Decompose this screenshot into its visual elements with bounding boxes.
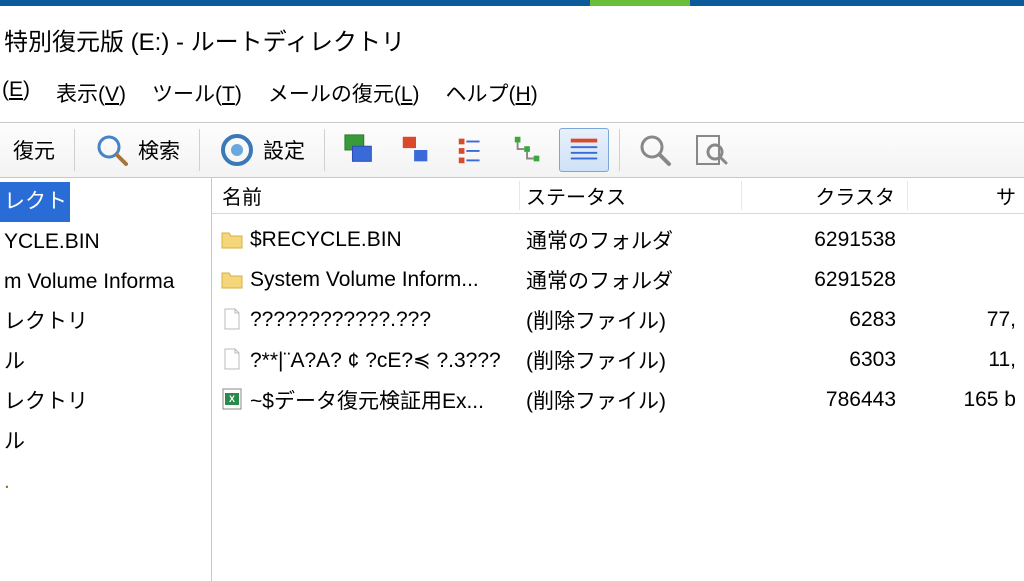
search-icon xyxy=(94,132,130,168)
magnifier-icon xyxy=(637,132,673,168)
search-label: 検索 xyxy=(138,135,180,165)
settings-label: 設定 xyxy=(263,135,305,165)
titlebar-strip xyxy=(0,0,1024,16)
details-icon xyxy=(566,132,602,168)
tree-item[interactable]: レクトリ xyxy=(0,382,211,422)
list-item[interactable]: System Volume Inform... 通常のフォルダ6291528 xyxy=(212,260,1024,300)
menu-edit[interactable]: (E) xyxy=(2,78,30,108)
file-icon xyxy=(220,267,242,293)
file-icon xyxy=(220,347,242,373)
separator xyxy=(324,129,325,171)
title-text: 特別復元版 (E:) - ルートディレクトリ xyxy=(4,29,405,56)
file-status: (削除ファイル) xyxy=(520,385,742,415)
column-cluster[interactable]: クラスタ xyxy=(742,181,908,210)
file-size: 165 b xyxy=(908,388,1024,412)
file-cluster: 6303 xyxy=(742,348,908,372)
view-details-button[interactable] xyxy=(559,128,609,172)
list-header: 名前 ステータス クラスタ サ xyxy=(212,178,1024,214)
tree-item[interactable]: レクトリ xyxy=(0,302,211,342)
find-detail-button[interactable] xyxy=(686,128,736,172)
file-status: (削除ファイル) xyxy=(520,345,742,375)
file-icon: X xyxy=(220,387,242,413)
file-cluster: 786443 xyxy=(742,388,908,412)
restore-button[interactable]: 復元 xyxy=(4,128,64,172)
file-status: 通常のフォルダ xyxy=(520,225,742,255)
file-cluster: 6291528 xyxy=(742,268,908,292)
file-name: System Volume Inform... xyxy=(250,268,479,292)
file-status: (削除ファイル) xyxy=(520,305,742,335)
tree-pane[interactable]: レクトリ YCLE.BIN m Volume Informa レクトリ ル レク… xyxy=(0,178,212,581)
svg-text:X: X xyxy=(229,394,235,404)
list-pane: 名前 ステータス クラスタ サ $RECYCLE.BIN 通常のフォルダ62915… xyxy=(212,178,1024,581)
list-item[interactable]: ????????????.??? (削除ファイル)628377, xyxy=(212,300,1024,340)
tree-icon xyxy=(510,132,546,168)
column-name[interactable]: 名前 xyxy=(212,181,520,210)
tree-item[interactable]: YCLE.BIN xyxy=(0,222,211,262)
file-size: 77, xyxy=(908,308,1024,332)
menu-mail-restore[interactable]: メールの復元(L) xyxy=(268,78,420,108)
preview-button[interactable] xyxy=(630,128,680,172)
gear-icon xyxy=(219,132,255,168)
file-status: 通常のフォルダ xyxy=(520,265,742,295)
tree-item[interactable]: m Volume Informa xyxy=(0,262,211,302)
view-list-button[interactable] xyxy=(447,128,497,172)
menubar: (E) 表示(V) ツール(T) メールの復元(L) ヘルプ(H) xyxy=(0,78,1024,122)
restore-label: 復元 xyxy=(13,135,55,165)
toolbar: 復元 検索 設定 xyxy=(0,122,1024,178)
file-icon xyxy=(220,227,242,253)
column-status[interactable]: ステータス xyxy=(520,181,742,210)
tree-item[interactable]: ル xyxy=(0,422,211,462)
view-small-icons-button[interactable] xyxy=(391,128,441,172)
search-button[interactable]: 検索 xyxy=(85,128,189,172)
list-item[interactable]: ?**|¨A?A? ¢ ?cE?≼ ?.3??? (削除ファイル)630311, xyxy=(212,340,1024,380)
separator xyxy=(199,129,200,171)
separator xyxy=(74,129,75,171)
file-cluster: 6283 xyxy=(742,308,908,332)
list-body: $RECYCLE.BIN 通常のフォルダ6291538 System Volume … xyxy=(212,214,1024,420)
content-area: レクトリ YCLE.BIN m Volume Informa レクトリ ル レク… xyxy=(0,178,1024,581)
column-size[interactable]: サ xyxy=(908,181,1024,210)
menu-tools[interactable]: ツール(T) xyxy=(152,78,242,108)
view-tree-button[interactable] xyxy=(503,128,553,172)
file-name: ?**|¨A?A? ¢ ?cE?≼ ?.3??? xyxy=(250,348,501,373)
tree-item[interactable]: ル xyxy=(0,342,211,382)
file-name: $RECYCLE.BIN xyxy=(250,228,402,252)
list-icon xyxy=(454,132,490,168)
tree-item[interactable]: . xyxy=(0,462,211,502)
file-name: ~$データ復元検証用Ex... xyxy=(250,385,484,415)
menu-view[interactable]: 表示(V) xyxy=(56,78,126,108)
list-item[interactable]: X ~$データ復元検証用Ex... (削除ファイル)786443165 b xyxy=(212,380,1024,420)
separator xyxy=(619,129,620,171)
small-icons-icon xyxy=(398,132,434,168)
file-size: 11, xyxy=(908,348,1024,372)
magnifier-doc-icon xyxy=(693,132,729,168)
tree-item[interactable]: レクトリ xyxy=(0,182,70,222)
file-name: ????????????.??? xyxy=(250,308,431,332)
menu-help[interactable]: ヘルプ(H) xyxy=(446,78,538,108)
view-large-icons-button[interactable] xyxy=(335,128,385,172)
large-icons-icon xyxy=(342,132,378,168)
window-title: 特別復元版 (E:) - ルートディレクトリ xyxy=(0,16,1024,78)
settings-button[interactable]: 設定 xyxy=(210,128,314,172)
file-icon xyxy=(220,307,242,333)
file-cluster: 6291538 xyxy=(742,228,908,252)
list-item[interactable]: $RECYCLE.BIN 通常のフォルダ6291538 xyxy=(212,220,1024,260)
